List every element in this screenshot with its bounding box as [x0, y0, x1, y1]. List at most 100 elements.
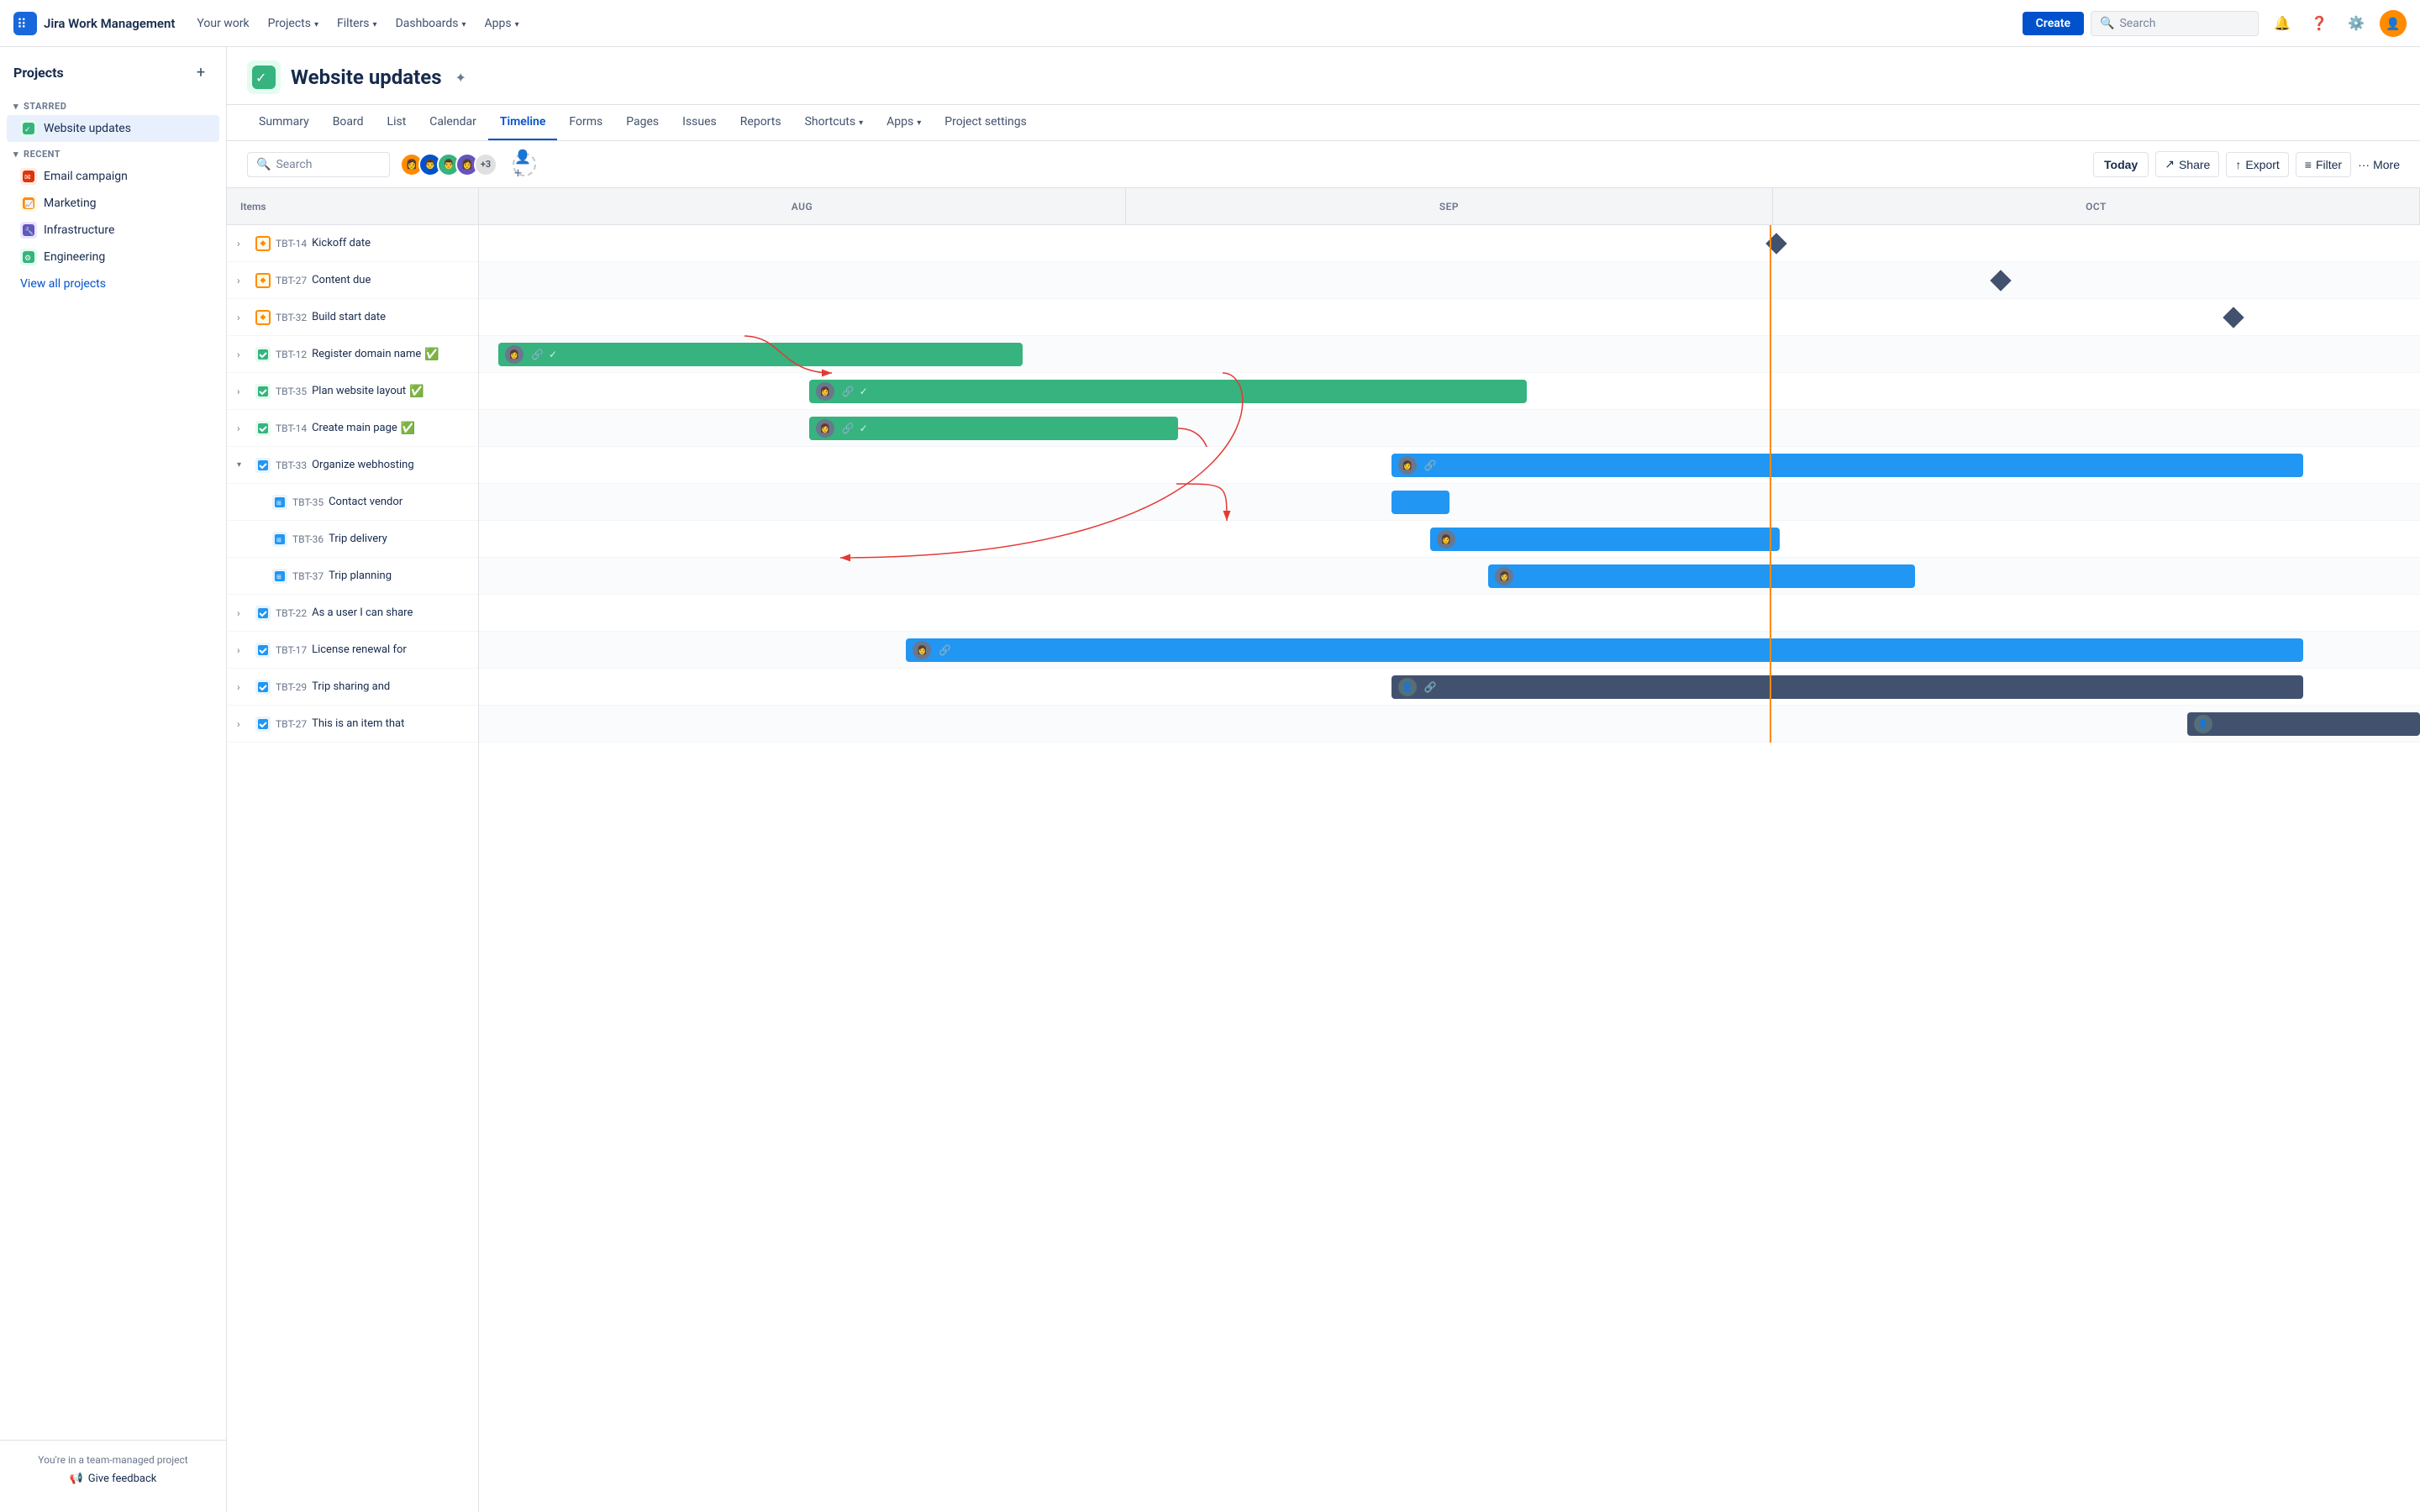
item-row-tbt-36[interactable]: ⊞ TBT-36 Trip delivery [227, 521, 478, 558]
bar-avatar: 👩 [1437, 530, 1455, 549]
bar-create-main[interactable]: 👩 🔗 ✓ [809, 417, 1178, 440]
search-icon: 🔍 [2100, 17, 2114, 30]
item-row-tbt-35-plan[interactable]: TBT-35 Plan website layout ✅ [227, 373, 478, 410]
expand-icon[interactable] [237, 349, 250, 360]
timeline-search[interactable]: 🔍 Search [247, 152, 390, 177]
item-row-tbt-29[interactable]: TBT-29 Trip sharing and [227, 669, 478, 706]
user-avatar[interactable] [2380, 10, 2407, 37]
tab-apps[interactable]: Apps [875, 105, 933, 140]
check-icon[interactable]: ✓ [860, 423, 868, 434]
bar-license[interactable]: 👩 🔗 [906, 638, 2303, 662]
bar-webhosting[interactable]: 👩 🔗 [1392, 454, 2304, 477]
subtask-icon: ⊞ [272, 495, 287, 510]
sidebar-item-email-campaign[interactable]: ✉ Email campaign [7, 163, 219, 190]
expand-icon[interactable] [237, 607, 250, 619]
expand-icon[interactable] [237, 312, 250, 323]
expand-icon[interactable] [237, 386, 250, 397]
link-icon[interactable]: 🔗 [842, 386, 855, 397]
bar-item-last[interactable]: 👤 [2187, 712, 2420, 736]
item-row-tbt-27-content[interactable]: ◆ TBT-27 Content due [227, 262, 478, 299]
star-project-button[interactable]: ✦ [455, 70, 466, 86]
tab-project-settings[interactable]: Project settings [933, 105, 1039, 140]
tab-forms[interactable]: Forms [557, 105, 614, 140]
item-row-tbt-35-contact[interactable]: ⊞ TBT-35 Contact vendor [227, 484, 478, 521]
item-id: TBT-35 [276, 386, 307, 397]
bar-trip-delivery[interactable]: 👩 [1430, 528, 1780, 551]
tab-shortcuts[interactable]: Shortcuts [793, 105, 876, 140]
nav-filters[interactable]: Filters [329, 12, 386, 35]
expand-icon[interactable] [237, 681, 250, 693]
bar-trip-sharing[interactable]: 👤 🔗 [1392, 675, 2304, 699]
view-all-projects-link[interactable]: View all projects [0, 270, 226, 297]
project-tabs: Summary Board List Calendar Timeline For… [227, 105, 2420, 141]
feedback-button[interactable]: 📢 Give feedback [13, 1473, 213, 1485]
check-icon[interactable]: ✓ [860, 386, 868, 397]
global-search[interactable]: 🔍 Search [2091, 11, 2259, 36]
nav-your-work[interactable]: Your work [188, 12, 257, 35]
expand-icon[interactable] [237, 460, 250, 470]
bar-plan[interactable]: 👩 🔗 ✓ [809, 380, 1528, 403]
tab-board[interactable]: Board [321, 105, 376, 140]
item-row-tbt-22[interactable]: TBT-22 As a user I can share [227, 595, 478, 632]
svg-text:⊞: ⊞ [276, 537, 281, 543]
item-row-tbt-27-last[interactable]: TBT-27 This is an item that [227, 706, 478, 743]
app-logo[interactable]: ⠿ Jira Work Management [13, 12, 175, 35]
tab-issues[interactable]: Issues [671, 105, 729, 140]
starred-section-label[interactable]: ▾ STARRED [0, 94, 226, 115]
export-button[interactable]: ↑ Export [2226, 152, 2288, 177]
bar-trip-planning[interactable]: 👩 [1488, 564, 1915, 588]
link-icon[interactable]: 🔗 [842, 423, 855, 434]
notifications-button[interactable]: 🔔 [2269, 10, 2296, 37]
create-button[interactable]: Create [2023, 12, 2084, 35]
expand-icon[interactable] [237, 423, 250, 434]
sidebar-item-website-updates[interactable]: ✓ Website updates [7, 115, 219, 142]
tab-reports[interactable]: Reports [729, 105, 793, 140]
link-icon[interactable]: 🔗 [939, 644, 951, 656]
item-row-tbt-12[interactable]: TBT-12 Register domain name ✅ [227, 336, 478, 373]
avatar-more[interactable]: +3 [474, 153, 497, 176]
item-row-tbt-14-kickoff[interactable]: ◆ TBT-14 Kickoff date [227, 225, 478, 262]
recent-section-label[interactable]: ▾ RECENT [0, 142, 226, 163]
sidebar-item-infrastructure[interactable]: 🔧 Infrastructure [7, 217, 219, 244]
tab-summary[interactable]: Summary [247, 105, 321, 140]
expand-icon[interactable] [237, 644, 250, 656]
expand-icon[interactable] [237, 238, 250, 249]
settings-button[interactable]: ⚙️ [2343, 10, 2370, 37]
sidebar-item-engineering[interactable]: ⚙ Engineering [7, 244, 219, 270]
project-icon: ✓ [247, 60, 281, 94]
sidebar-item-marketing[interactable]: 📈 Marketing [7, 190, 219, 217]
nav-apps[interactable]: Apps [476, 12, 528, 35]
add-project-button[interactable]: + [189, 60, 213, 84]
bar-register[interactable]: 👩 🔗 ✓ [498, 343, 1023, 366]
nav-dashboards[interactable]: Dashboards [387, 12, 475, 35]
svg-text:⠿: ⠿ [17, 16, 27, 32]
tab-timeline[interactable]: Timeline [488, 105, 558, 140]
subtask-icon: ⊞ [272, 532, 287, 547]
today-button[interactable]: Today [2093, 152, 2149, 177]
item-id: TBT-35 [292, 496, 324, 508]
filter-button[interactable]: ≡ Filter [2296, 152, 2351, 177]
link-icon[interactable]: 🔗 [531, 349, 544, 360]
expand-icon[interactable] [237, 718, 250, 730]
expand-icon[interactable] [237, 275, 250, 286]
item-name: This is an item that [312, 717, 404, 730]
nav-projects[interactable]: Projects [260, 12, 327, 35]
help-button[interactable]: ❓ [2306, 10, 2333, 37]
link-icon[interactable]: 🔗 [1424, 459, 1437, 471]
more-button[interactable]: ··· More [2358, 158, 2400, 171]
item-row-tbt-14-main[interactable]: TBT-14 Create main page ✅ [227, 410, 478, 447]
item-row-tbt-17[interactable]: TBT-17 License renewal for [227, 632, 478, 669]
link-icon[interactable]: 🔗 [1424, 681, 1437, 693]
check-icon[interactable]: ✓ [549, 349, 557, 360]
invite-member-button[interactable]: 👤+ [513, 153, 536, 176]
tab-pages[interactable]: Pages [614, 105, 671, 140]
item-row-tbt-32[interactable]: ◆ TBT-32 Build start date [227, 299, 478, 336]
tab-list[interactable]: List [376, 105, 418, 140]
item-row-tbt-33[interactable]: TBT-33 Organize webhosting [227, 447, 478, 484]
bar-contact[interactable] [1392, 491, 1449, 514]
share-button[interactable]: ↗ Share [2155, 151, 2219, 177]
item-id: TBT-36 [292, 533, 324, 545]
item-row-tbt-37[interactable]: ⊞ TBT-37 Trip planning [227, 558, 478, 595]
task-icon [255, 606, 271, 621]
tab-calendar[interactable]: Calendar [418, 105, 488, 140]
